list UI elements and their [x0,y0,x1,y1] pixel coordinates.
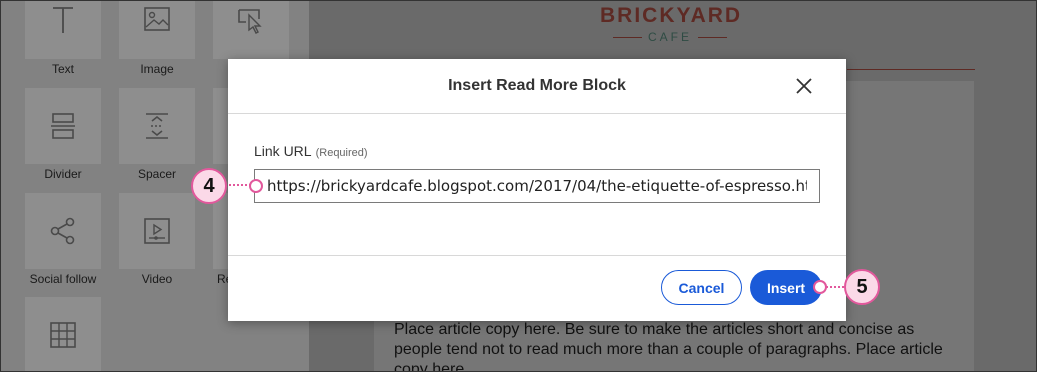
callout-dot-5 [813,280,827,294]
close-icon [796,78,812,94]
palette-tile-button[interactable] [213,1,289,59]
header-rule [847,69,975,70]
palette-tile-text[interactable]: Text [25,1,101,76]
palette-tile-spacer[interactable]: Spacer [119,88,195,181]
insert-read-more-dialog: Insert Read More Block Link URL (Required… [228,59,846,321]
palette-label-divider: Divider [44,167,82,181]
insert-button[interactable]: Insert [750,270,822,305]
image-icon [144,7,170,31]
share-icon [50,217,75,245]
logo-brickyard: BRICKYARD [600,4,743,27]
palette-tile-video[interactable]: Video [119,193,195,286]
link-url-input[interactable] [254,169,820,203]
video-icon [144,218,170,244]
close-button[interactable] [794,76,814,96]
palette-tile-social-follow[interactable]: Social follow [25,193,101,286]
screenshot-frame: Text Image Divider Spacer Social follow … [0,0,1037,372]
step-4-badge: 4 [191,168,227,204]
required-hint: (Required) [315,147,368,159]
table-grid-icon [50,322,76,348]
article-copy[interactable]: Place article copy here. Be sure to make… [394,320,964,371]
palette-label-social-follow: Social follow [29,272,97,286]
logo-cafe-text: CAFE [648,30,693,44]
cancel-button[interactable]: Cancel [661,270,742,305]
step-5-badge: 5 [844,269,880,305]
button-cursor-icon [238,9,262,34]
dialog-header: Insert Read More Block [228,59,846,114]
palette-label-spacer: Spacer [137,167,177,181]
link-url-label: Link URL (Required) [254,143,368,159]
palette-label-video: Video [141,272,173,286]
palette-tile-table[interactable] [25,297,101,371]
dialog-title: Insert Read More Block [448,77,626,94]
callout-connector-4 [229,184,251,186]
palette-label-text: Text [51,62,74,76]
spacer-icon [146,113,168,139]
callout-dot-4 [249,179,263,193]
link-url-label-text: Link URL [254,143,312,159]
text-icon [53,7,73,33]
palette-tile-divider[interactable]: Divider [25,88,101,181]
divider-icon [51,113,75,139]
palette-tile-image[interactable]: Image [119,1,195,76]
logo-cafe: CAFE [607,29,733,45]
dialog-footer-divider [228,255,846,256]
palette-label-image: Image [140,62,174,76]
